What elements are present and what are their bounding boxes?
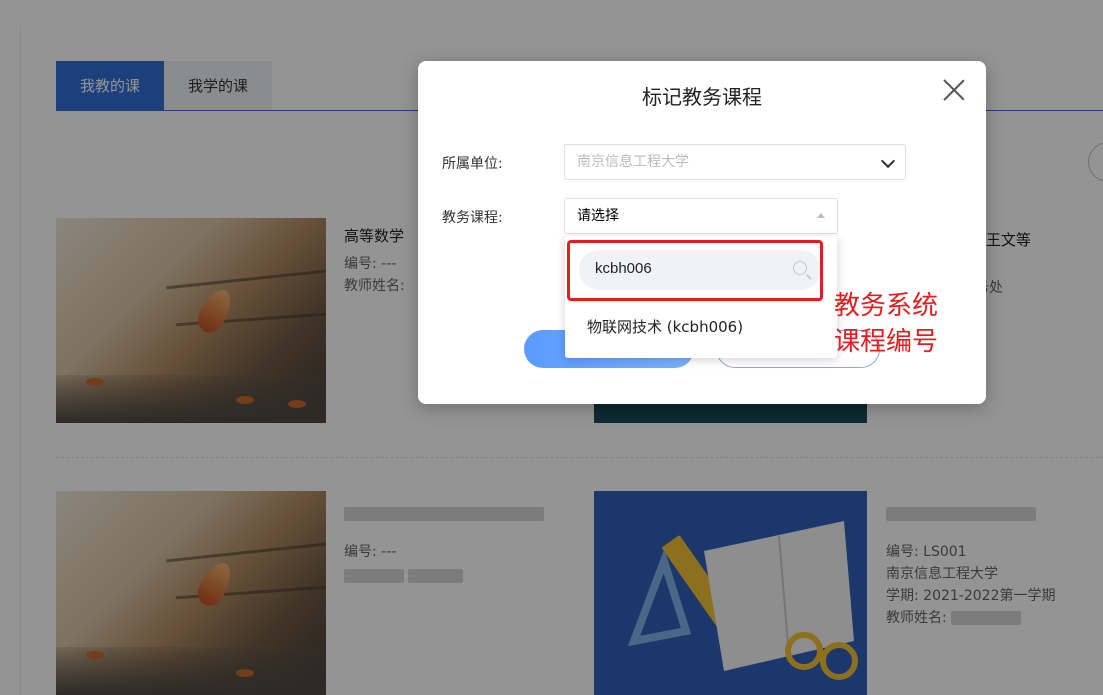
annotation-text: 教务系统 课程编号 [834,288,938,360]
modal-title: 标记教务课程 [642,85,762,109]
close-icon[interactable] [942,78,966,102]
course-select-placeholder: 请选择 [577,208,619,224]
annotation-highlight-box [567,240,823,301]
course-label: 教务课程: [442,210,503,226]
caret-up-icon [817,213,825,218]
course-option[interactable]: 物联网技术 (kcbh006) [587,316,743,337]
course-select[interactable]: 请选择 [564,198,838,234]
unit-value: 南京信息工程大学 [577,154,689,170]
unit-label: 所属单位: [442,156,503,172]
chevron-down-icon [880,153,896,169]
unit-select[interactable]: 南京信息工程大学 [564,144,906,180]
annotation-line-2: 课程编号 [834,327,939,357]
annotation-line-1: 教务系统 [834,291,939,321]
